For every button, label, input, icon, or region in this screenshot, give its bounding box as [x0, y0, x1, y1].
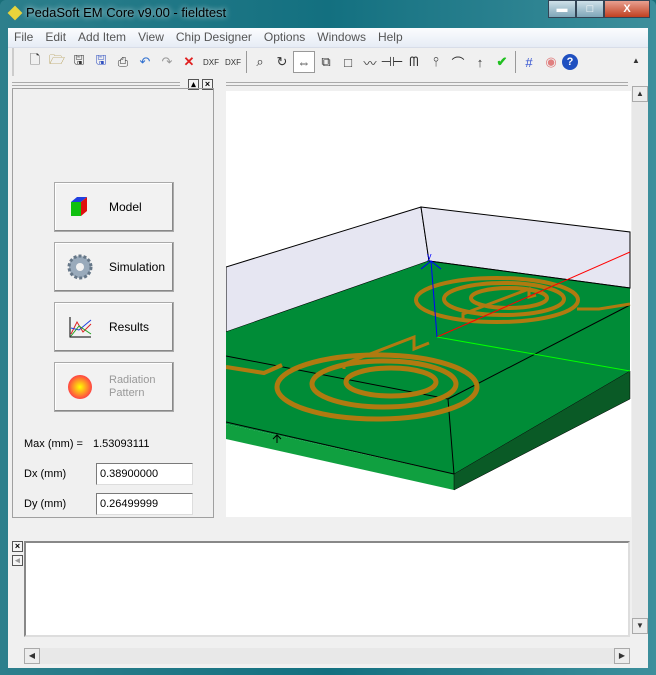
model-button[interactable]: Model — [54, 182, 174, 232]
undo-icon[interactable]: ↶ — [134, 51, 156, 73]
scroll-down-button[interactable]: ▼ — [632, 618, 648, 634]
menu-windows[interactable]: Windows — [311, 28, 372, 47]
zoom-icon[interactable]: ⌕ — [249, 51, 271, 73]
export-dxf-icon[interactable]: DXF — [222, 51, 244, 73]
vertical-scrollbar[interactable]: ▲ ▼ — [632, 86, 648, 634]
inductor-icon[interactable]: ᗰ — [403, 51, 425, 73]
scroll-left-button[interactable]: ◀ — [24, 648, 40, 664]
radiation-pattern-icon — [68, 375, 92, 399]
menu-chip-designer[interactable]: Chip Designer — [170, 28, 258, 47]
app-window: PedaSoft EM Core v9.00 - fieldtest ▬ □ X… — [0, 0, 656, 675]
max-value: 1.53093111 — [93, 438, 150, 450]
grid-icon[interactable]: # — [518, 51, 540, 73]
dy-input[interactable] — [96, 493, 193, 515]
maximize-button[interactable]: □ — [576, 0, 604, 18]
simulation-button[interactable]: Simulation — [54, 242, 174, 292]
menu-add-item[interactable]: Add Item — [72, 28, 132, 47]
dx-input[interactable] — [96, 463, 193, 485]
max-label: Max (mm) = — [24, 438, 83, 450]
radiation-pattern-button[interactable]: Radiation Pattern — [54, 362, 174, 412]
radiation-label-2: Pattern — [109, 387, 145, 399]
menu-view[interactable]: View — [132, 28, 170, 47]
app-icon — [7, 5, 23, 21]
box-3d-icon[interactable]: ⧉ — [315, 51, 337, 73]
close-button[interactable]: X — [604, 0, 650, 18]
capacitor-icon[interactable]: ⊣⊢ — [381, 51, 404, 73]
panel-grip[interactable] — [12, 82, 180, 86]
view-grip[interactable] — [226, 82, 628, 86]
output-log[interactable] — [24, 541, 630, 637]
rotate-icon[interactable]: ↻ — [271, 51, 293, 73]
radiation-label-1: Radiation — [109, 374, 156, 386]
cube-icon — [71, 197, 87, 216]
scroll-up-button[interactable]: ▲ — [632, 86, 648, 102]
3d-viewport[interactable]: y — [225, 91, 631, 517]
horizontal-scrollbar[interactable]: ◀ ▶ — [24, 648, 630, 664]
new-file-icon[interactable]: 🗋 — [24, 51, 46, 73]
menu-bar: File Edit Add Item View Chip Designer Op… — [8, 28, 648, 48]
results-label: Results — [109, 320, 150, 334]
toolbar-scroll-up[interactable]: ▲ — [628, 54, 644, 70]
client-area: File Edit Add Item View Chip Designer Op… — [8, 28, 648, 668]
toolbar-separator — [246, 51, 247, 73]
toolbar: 🗋 🗁 🖫 🖫 ⎙ ↶ ↷ ✕ DXF DXF ⌕ ↻ ⇔ ⧉ □ 〰 ⊣⊢ ᗰ… — [12, 48, 587, 76]
output-pin-button[interactable]: ◂ — [12, 555, 23, 566]
arc-icon[interactable]: ⌒ — [447, 51, 469, 73]
toolbar-separator — [515, 51, 516, 73]
simulation-label: Simulation — [109, 260, 166, 274]
menu-options[interactable]: Options — [258, 28, 311, 47]
stop-icon[interactable]: ◉ — [540, 51, 562, 73]
gear-icon — [67, 254, 93, 280]
delete-icon[interactable]: ✕ — [178, 51, 200, 73]
print-icon[interactable]: ⎙ — [112, 51, 134, 73]
output-close-button[interactable]: × — [12, 541, 23, 552]
results-button[interactable]: Results — [54, 302, 174, 352]
import-dxf-icon[interactable]: DXF — [200, 51, 222, 73]
check-icon[interactable]: ✔ — [491, 51, 513, 73]
minimize-button[interactable]: ▬ — [548, 0, 576, 18]
pan-icon[interactable]: ⇔ — [293, 51, 315, 73]
scroll-right-button[interactable]: ▶ — [614, 648, 630, 664]
open-folder-icon[interactable]: 🗁 — [46, 51, 68, 73]
y-axis-label: y — [427, 251, 432, 261]
dx-label: Dx (mm) — [24, 468, 67, 480]
resistor-icon[interactable]: 〰 — [359, 51, 381, 73]
menu-edit[interactable]: Edit — [39, 28, 72, 47]
menu-help[interactable]: Help — [372, 28, 409, 47]
save-icon[interactable]: 🖫 — [68, 51, 90, 73]
arrow-up-icon[interactable]: ↑ — [469, 51, 491, 73]
chart-icon — [69, 317, 92, 338]
model-label: Model — [109, 200, 142, 214]
dy-label: Dy (mm) — [24, 498, 67, 510]
port-icon[interactable]: ⫯ — [425, 51, 447, 73]
menu-file[interactable]: File — [8, 28, 39, 47]
redo-icon[interactable]: ↷ — [156, 51, 178, 73]
side-panel: Model Simulation Results Radiation Patter… — [12, 88, 214, 518]
help-icon[interactable]: ? — [562, 54, 578, 70]
save-all-icon[interactable]: 🖫 — [90, 51, 112, 73]
window-title: PedaSoft EM Core v9.00 - fieldtest — [26, 5, 227, 20]
title-bar: PedaSoft EM Core v9.00 - fieldtest ▬ □ X — [0, 0, 656, 28]
3d-model-render: y — [225, 206, 631, 491]
rectangle-icon[interactable]: □ — [337, 51, 359, 73]
